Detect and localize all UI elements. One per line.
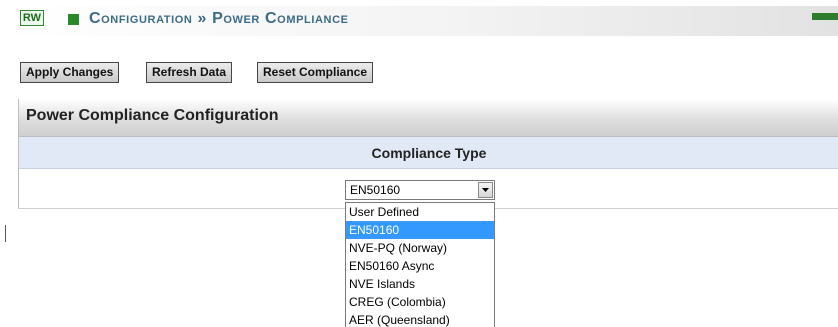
access-badge: RW [20, 10, 44, 26]
option-en50160[interactable]: EN50160 [346, 221, 494, 239]
status-indicator [812, 13, 838, 20]
option-nve-islands[interactable]: NVE Islands [346, 275, 494, 293]
refresh-data-button[interactable]: Refresh Data [146, 62, 233, 83]
panel-header: Power Compliance Configuration [19, 99, 838, 137]
option-creg-colombia[interactable]: CREG (Colombia) [346, 293, 494, 311]
window-edge-divider [5, 225, 6, 242]
option-user-defined[interactable]: User Defined [346, 203, 494, 221]
reset-compliance-button[interactable]: Reset Compliance [257, 62, 374, 83]
page: RW Configuration » Power Compliance Appl… [0, 0, 838, 327]
chevron-down-icon[interactable] [478, 182, 493, 198]
page-title: Configuration » Power Compliance [89, 10, 349, 27]
column-header-row: Compliance Type [19, 137, 838, 169]
option-aer-queensland[interactable]: AER (Queensland) [346, 311, 494, 327]
option-nve-pq-norway[interactable]: NVE-PQ (Norway) [346, 239, 494, 257]
apply-changes-button[interactable]: Apply Changes [20, 62, 120, 83]
panel-title: Power Compliance Configuration [26, 107, 279, 124]
select-current-value: EN50160 [350, 183, 401, 197]
option-en50160-async[interactable]: EN50160 Async [346, 257, 494, 275]
page-header: RW Configuration » Power Compliance [0, 6, 838, 36]
compliance-type-select[interactable]: EN50160 [345, 180, 495, 200]
compliance-type-dropdown: User Defined EN50160 NVE-PQ (Norway) EN5… [345, 202, 495, 327]
column-header-compliance-type: Compliance Type [371, 145, 487, 161]
title-bullet-icon [68, 14, 79, 25]
